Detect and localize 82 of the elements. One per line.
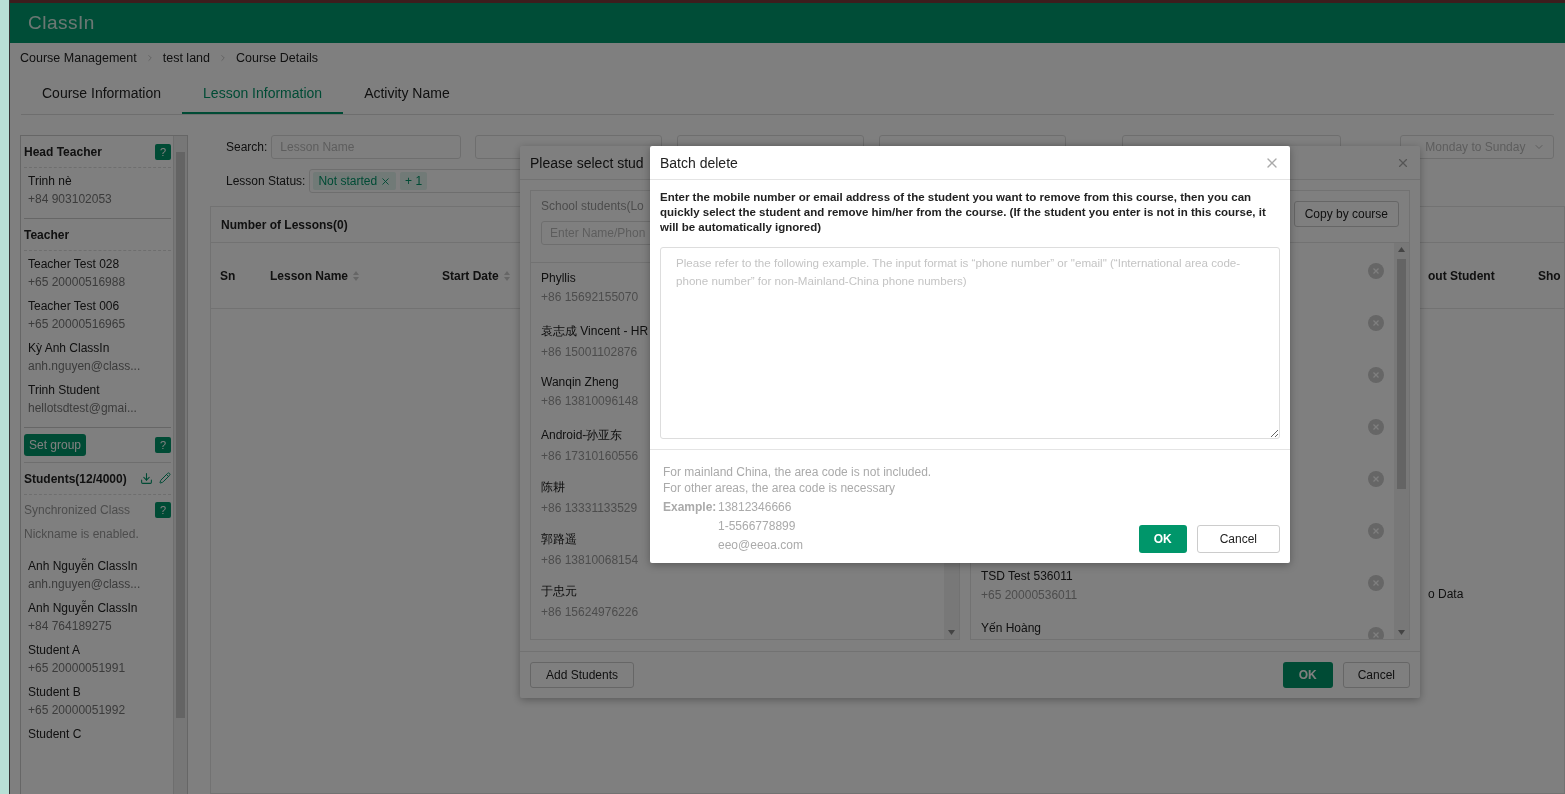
download-icon[interactable] bbox=[140, 472, 153, 485]
set-group-button[interactable]: Set group bbox=[24, 434, 87, 456]
sort-icon[interactable] bbox=[352, 269, 361, 282]
section-title: Students(12/4000) bbox=[24, 471, 127, 486]
person-name: Teacher Test 028 bbox=[28, 257, 120, 271]
example-value: 1-5566778899 bbox=[718, 518, 797, 534]
remove-icon[interactable] bbox=[1368, 471, 1384, 487]
pencil-icon[interactable] bbox=[159, 472, 171, 485]
add-students-button[interactable]: Add Students bbox=[530, 662, 635, 688]
status-label: Lesson Status: bbox=[226, 174, 306, 188]
person-contact: +65 20000051992 bbox=[28, 703, 126, 717]
cancel-button[interactable]: Cancel bbox=[1196, 525, 1280, 553]
person-contact: hellotsdtest@gmai... bbox=[28, 401, 137, 415]
ok-button[interactable]: OK bbox=[1282, 662, 1333, 688]
student-name: Yến Hoàng bbox=[981, 621, 1042, 635]
student-name: 郭路遥 bbox=[541, 531, 577, 548]
remove-icon[interactable] bbox=[1368, 263, 1384, 279]
dialog-title: Batch delete bbox=[660, 154, 738, 171]
example-value: 13812346666 bbox=[718, 499, 793, 515]
sort-icon[interactable] bbox=[502, 269, 511, 282]
person-name: Kỳ Anh ClassIn bbox=[28, 341, 110, 355]
breadcrumb-item[interactable]: test land bbox=[162, 51, 210, 65]
cancel-button[interactable]: Cancel bbox=[1342, 662, 1410, 688]
hint-text: For other areas, the area code is necessary bbox=[663, 480, 897, 496]
panel-title: Number of Lessons(0) bbox=[221, 217, 348, 232]
section-title: Teacher bbox=[24, 227, 70, 242]
remove-icon[interactable] bbox=[1368, 367, 1384, 383]
tab[interactable]: Course Information bbox=[21, 73, 183, 114]
section-title: Head Teacher bbox=[24, 144, 102, 159]
close-icon[interactable] bbox=[380, 175, 392, 187]
person-name: Anh Nguyễn ClassIn bbox=[28, 601, 138, 615]
remove-icon[interactable] bbox=[1368, 627, 1384, 639]
person-contact: +65 20000516965 bbox=[28, 317, 126, 331]
column-header: Start Date bbox=[442, 268, 499, 283]
example-value: eeo@eeoa.com bbox=[718, 537, 804, 553]
student-name: TSD Test 536011 bbox=[981, 569, 1074, 583]
column-header: Sn bbox=[220, 268, 236, 283]
column-header: Sho bbox=[1538, 268, 1561, 283]
dialog-description: Enter the mobile number or email address of the student you want to remove from this course, then you can quickly select the student and remove him/her from the course. (If the student you enter is not in this course, it will be automatically ignored) bbox=[659, 190, 1267, 235]
search-label: Search: bbox=[226, 140, 268, 154]
example-label: Example: bbox=[663, 499, 718, 515]
person-contact: anh.nguyen@class... bbox=[28, 577, 141, 591]
person-name: Teacher Test 006 bbox=[28, 299, 120, 313]
remove-icon[interactable] bbox=[1368, 315, 1384, 331]
hint-text: For mainland China, the area code is not included. bbox=[663, 464, 932, 480]
column-header: out Student bbox=[1428, 268, 1495, 283]
remove-icon[interactable] bbox=[1368, 419, 1384, 435]
person-contact: +84 903102053 bbox=[28, 192, 112, 206]
status-tag: Not started bbox=[313, 172, 397, 190]
help-button[interactable]: ? bbox=[155, 437, 171, 453]
person-contact: anh.nguyen@class... bbox=[28, 359, 141, 373]
person-name: Trinh Student bbox=[28, 383, 100, 397]
student-name: 袁志成 Vincent - HR bbox=[541, 323, 649, 340]
person-name: Student B bbox=[28, 685, 81, 699]
dialog-title: Please select stud bbox=[530, 154, 644, 171]
remove-icon[interactable] bbox=[1368, 523, 1384, 539]
tab[interactable]: Lesson Information bbox=[182, 73, 344, 114]
student-name: 于忠元 bbox=[541, 583, 577, 600]
help-button[interactable]: ? bbox=[155, 143, 171, 160]
status-tag: + 1 bbox=[400, 172, 428, 190]
ok-button[interactable]: OK bbox=[1138, 525, 1187, 553]
person-name: Anh Nguyễn ClassIn bbox=[28, 559, 138, 573]
person-contact: +65 20000516988 bbox=[28, 275, 126, 289]
breadcrumb-item[interactable]: Course Management bbox=[20, 51, 137, 65]
person-name: Student C bbox=[28, 727, 82, 741]
student-name: 陈耕 bbox=[541, 479, 565, 496]
copy-by-course-button[interactable]: Copy by course bbox=[1293, 201, 1399, 227]
student-name: Wanqin Zheng bbox=[541, 375, 619, 389]
student-name: Android-孙亚东 bbox=[541, 427, 623, 444]
person-name: Trinh nè bbox=[28, 174, 72, 188]
person-contact: +65 20000051991 bbox=[28, 661, 126, 675]
scrollbar[interactable] bbox=[173, 136, 187, 794]
person-contact: +84 764189275 bbox=[28, 619, 112, 633]
remove-icon[interactable] bbox=[1368, 575, 1384, 591]
help-button[interactable]: ? bbox=[155, 502, 171, 518]
person-name: Student A bbox=[28, 643, 81, 657]
breadcrumb-item: Course Details bbox=[236, 51, 318, 65]
empty-message: o Data bbox=[1428, 587, 1465, 601]
scrollbar[interactable] bbox=[1394, 243, 1409, 639]
column-header: Lesson Name bbox=[270, 268, 349, 283]
student-name: Phyllis bbox=[541, 271, 576, 285]
tab[interactable]: Activity Name bbox=[343, 73, 471, 114]
